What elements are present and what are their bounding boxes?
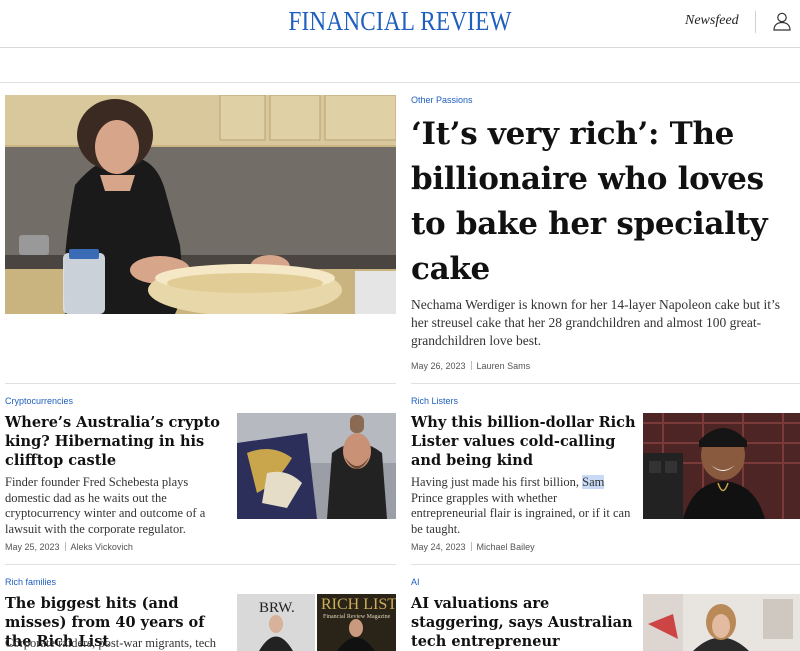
row-divider	[5, 564, 396, 565]
article-headline-link[interactable]: Why this billion-dollar Rich Lister valu…	[411, 413, 636, 470]
article-image[interactable]	[643, 594, 800, 651]
article-summary: Finder founder Fred Schebesta plays dome…	[5, 475, 206, 536]
row-divider	[411, 383, 800, 384]
summary-text: Having just made his first billion,	[411, 475, 583, 489]
article-image[interactable]	[237, 413, 396, 519]
article-author-link[interactable]: Aleks Vickovich	[71, 542, 133, 552]
article-meta: May 24, 2023 Michael Bailey	[411, 542, 535, 552]
hero-author-link[interactable]: Lauren Sams	[477, 361, 531, 371]
article-meta: May 25, 2023 Aleks Vickovich	[5, 542, 133, 552]
user-account-icon[interactable]	[772, 11, 792, 31]
meta-separator	[470, 542, 472, 551]
article-category-link[interactable]: AI	[411, 577, 420, 587]
site-logo[interactable]: FINANCIAL REVIEW	[56, 6, 744, 37]
article-summary: Having just made his first billion, Sam …	[411, 475, 631, 537]
summary-text: Prince grapples with whether entrepreneu…	[411, 490, 631, 536]
article-headline-link[interactable]: Where’s Australia’s crypto king? Hiberna…	[5, 413, 230, 470]
article-author-link[interactable]: Michael Bailey	[477, 542, 535, 552]
newsfeed-link[interactable]: Newsfeed	[685, 13, 739, 29]
article-category-link[interactable]: Rich families	[5, 577, 56, 587]
cover-left-text: BRW.	[259, 600, 295, 616]
article-date: May 24, 2023	[411, 542, 466, 552]
hero-meta: May 26, 2023 Lauren Sams	[411, 361, 530, 371]
article-headline-link[interactable]: AI valuations are staggering, says Austr…	[411, 594, 636, 651]
article-date: May 25, 2023	[5, 542, 60, 552]
hero-summary: Nechama Werdiger is known for her 14-lay…	[411, 297, 781, 348]
row-divider	[5, 383, 396, 384]
meta-separator	[470, 361, 472, 370]
hero-category-link[interactable]: Other Passions	[411, 95, 473, 105]
hero-date: May 26, 2023	[411, 361, 466, 371]
section-divider	[0, 82, 800, 83]
article-image[interactable]	[643, 413, 800, 519]
meta-separator	[64, 542, 66, 551]
nav-divider	[755, 11, 756, 33]
hero-image[interactable]	[5, 95, 396, 314]
hero-headline-link[interactable]: ‘It’s very rich’: The billionaire who lo…	[411, 112, 791, 292]
article-category-link[interactable]: Rich Listers	[411, 396, 458, 406]
article-category-link[interactable]: Cryptocurrencies	[5, 396, 73, 406]
top-bar: FINANCIAL REVIEW Newsfeed	[0, 0, 800, 48]
article-summary: Corporate raiders, post-war migrants, te…	[5, 636, 217, 650]
selected-text: Sam	[582, 475, 605, 489]
article-image[interactable]: BRW. RICH LIST Financial Review Magazine	[237, 594, 396, 651]
row-divider	[411, 564, 800, 565]
cover-right-title: RICH LIST	[321, 596, 396, 613]
